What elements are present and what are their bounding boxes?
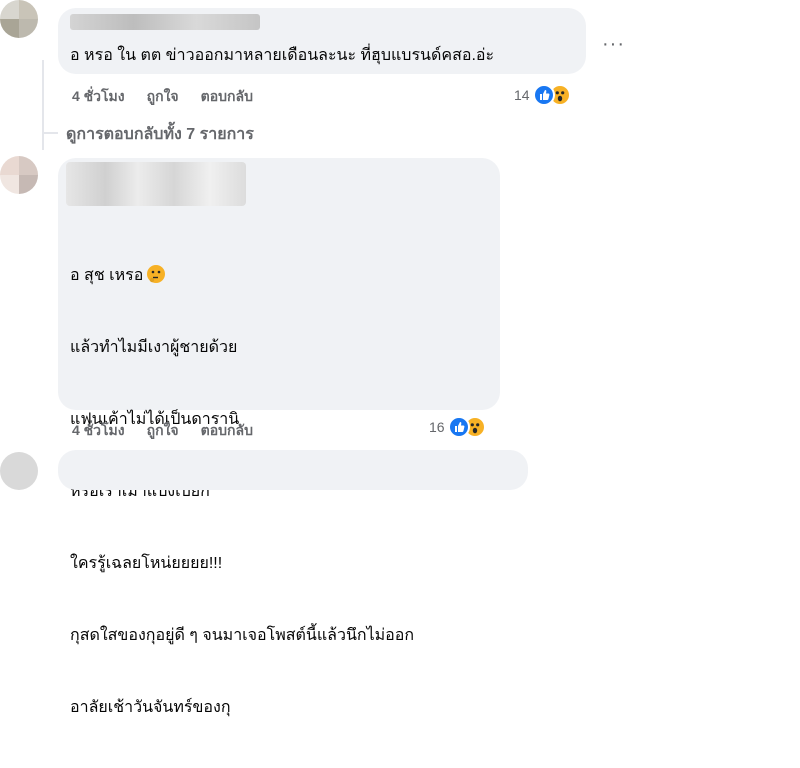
commenter-name-2[interactable] bbox=[66, 162, 246, 206]
view-replies-link[interactable]: ดูการตอบกลับทั้ง 7 รายการ bbox=[66, 122, 254, 147]
like-button-1[interactable]: ถูกใจ bbox=[147, 86, 179, 108]
thinking-emoji-icon bbox=[147, 265, 166, 283]
comment-bubble-3 bbox=[58, 450, 528, 490]
like-reaction-icon bbox=[532, 84, 555, 106]
like-reaction-icon bbox=[447, 416, 470, 438]
comment-text-2: อ สุช เหรอ แล้วทำไมมีเงาผู้ชายด้วย แฟนเค… bbox=[70, 216, 414, 768]
reaction-count-1: 14 bbox=[514, 87, 530, 103]
reaction-summary-2[interactable]: 16 bbox=[429, 416, 486, 438]
comment-line-2: แล้วทำไมมีเงาผู้ชายด้วย bbox=[70, 339, 238, 356]
more-options-icon[interactable]: ··· bbox=[602, 33, 625, 56]
comment-line-6: กุสดใสของกุอยู่ดี ๆ จนมาเจอโพสต์นี้แล้วน… bbox=[70, 627, 415, 644]
commenter-name-1[interactable] bbox=[70, 14, 260, 30]
commenter-avatar-2[interactable] bbox=[0, 156, 38, 194]
comment-line-7: อาลัยเช้าวันจันทร์ของกุ bbox=[70, 699, 231, 716]
comment-time-1[interactable]: 4 ชั่วโมง bbox=[72, 86, 125, 108]
comment-bubble-1: อ หรอ ใน ตต ข่าวออกมาหลายเดือนละนะ ที่ฮุ… bbox=[58, 8, 586, 74]
comment-text-1: อ หรอ ใน ตต ข่าวออกมาหลายเดือนละนะ ที่ฮุ… bbox=[70, 47, 495, 64]
reaction-count-2: 16 bbox=[429, 419, 445, 435]
reply-button-2[interactable]: ตอบกลับ bbox=[201, 420, 253, 442]
comment-actions-2: 4 ชั่วโมง ถูกใจ ตอบกลับ bbox=[72, 420, 253, 442]
reply-connector-line bbox=[42, 132, 58, 134]
like-button-2[interactable]: ถูกใจ bbox=[147, 420, 179, 442]
comment-line-5: ใครรู้เฉลยโหน่ยยยย!!! bbox=[70, 555, 223, 572]
commenter-avatar-3[interactable] bbox=[0, 452, 38, 490]
comment-line-1: อ สุช เหรอ bbox=[70, 267, 144, 284]
commenter-avatar-1[interactable] bbox=[0, 0, 38, 38]
reply-button-1[interactable]: ตอบกลับ bbox=[201, 86, 253, 108]
reaction-summary-1[interactable]: 14 bbox=[514, 84, 571, 106]
thread-line bbox=[42, 60, 44, 150]
comment-bubble-2: อ สุช เหรอ แล้วทำไมมีเงาผู้ชายด้วย แฟนเค… bbox=[58, 158, 500, 716]
comment-time-2[interactable]: 4 ชั่วโมง bbox=[72, 420, 125, 442]
comment-actions-1: 4 ชั่วโมง ถูกใจ ตอบกลับ bbox=[72, 86, 253, 108]
